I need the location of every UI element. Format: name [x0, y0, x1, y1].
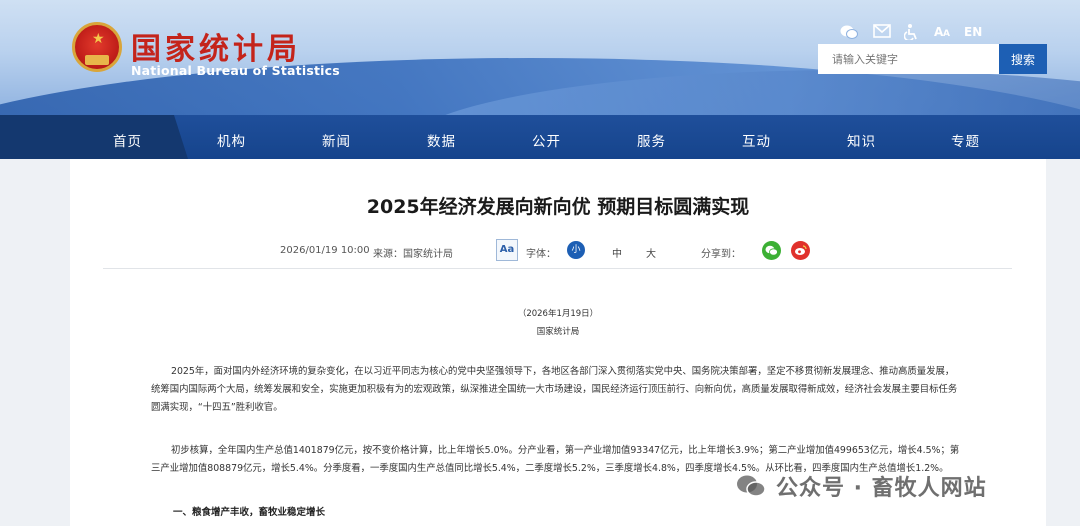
nav-item-organization[interactable]: 机构	[217, 130, 246, 150]
nav-item-public[interactable]: 公开	[532, 130, 561, 150]
article-title: 2025年经济发展向新向优 预期目标圆满实现	[366, 196, 750, 218]
svg-text:A: A	[943, 29, 950, 38]
article-source: 来源：国家统计局	[373, 249, 453, 260]
section-heading: 一、粮食增产丰收，畜牧业稳定增长	[173, 507, 326, 518]
share-label: 分享到：	[701, 249, 741, 260]
nav-home-highlight	[0, 115, 188, 159]
watermark-text: 公众号 · 畜牧人网站	[776, 476, 987, 501]
font-size-label: 字体：	[526, 249, 556, 260]
language-toggle[interactable]: EN	[964, 25, 982, 39]
font-size-small-button[interactable]: 小	[567, 241, 585, 259]
mail-icon[interactable]	[873, 24, 891, 42]
nav-item-home[interactable]: 首页	[113, 130, 142, 150]
nav-item-services[interactable]: 服务	[637, 130, 666, 150]
article-byline: 国家统计局	[536, 327, 580, 337]
nav-item-interaction[interactable]: 互动	[742, 130, 771, 150]
article-dateline: （2026年1月19日）	[517, 309, 599, 319]
font-size-large-button[interactable]: 大	[646, 245, 656, 260]
accessibility-icon[interactable]	[903, 24, 918, 44]
site-title-cn[interactable]: 国家统计局	[131, 24, 301, 68]
wechat-share-icon[interactable]	[762, 241, 781, 260]
weibo-share-icon[interactable]	[791, 241, 810, 260]
font-size-icon[interactable]: AA	[934, 24, 952, 42]
wechat-icon[interactable]	[840, 24, 858, 44]
font-toggle-button[interactable]: Aa	[496, 239, 518, 261]
nav-item-knowledge[interactable]: 知识	[847, 130, 876, 150]
search-button[interactable]: 搜索	[999, 44, 1047, 74]
nav-item-news[interactable]: 新闻	[322, 130, 351, 150]
publish-date: 2026/01/19 10:00	[280, 245, 370, 256]
star-icon: ★	[92, 31, 105, 47]
article-paragraph: 2025年，面对国内外经济环境的复杂变化，在以习近平同志为核心的党中央坚强领导下…	[151, 366, 958, 413]
site-title-en[interactable]: National Bureau of Statistics	[131, 63, 340, 78]
title-divider	[103, 268, 1012, 269]
nav-item-data[interactable]: 数据	[427, 130, 456, 150]
search-input[interactable]	[818, 44, 999, 74]
wechat-official-account-icon	[737, 475, 766, 497]
font-size-medium-button[interactable]: 中	[612, 245, 622, 260]
national-emblem-logo[interactable]: ★	[72, 22, 122, 72]
nav-item-topics[interactable]: 专题	[951, 130, 980, 150]
